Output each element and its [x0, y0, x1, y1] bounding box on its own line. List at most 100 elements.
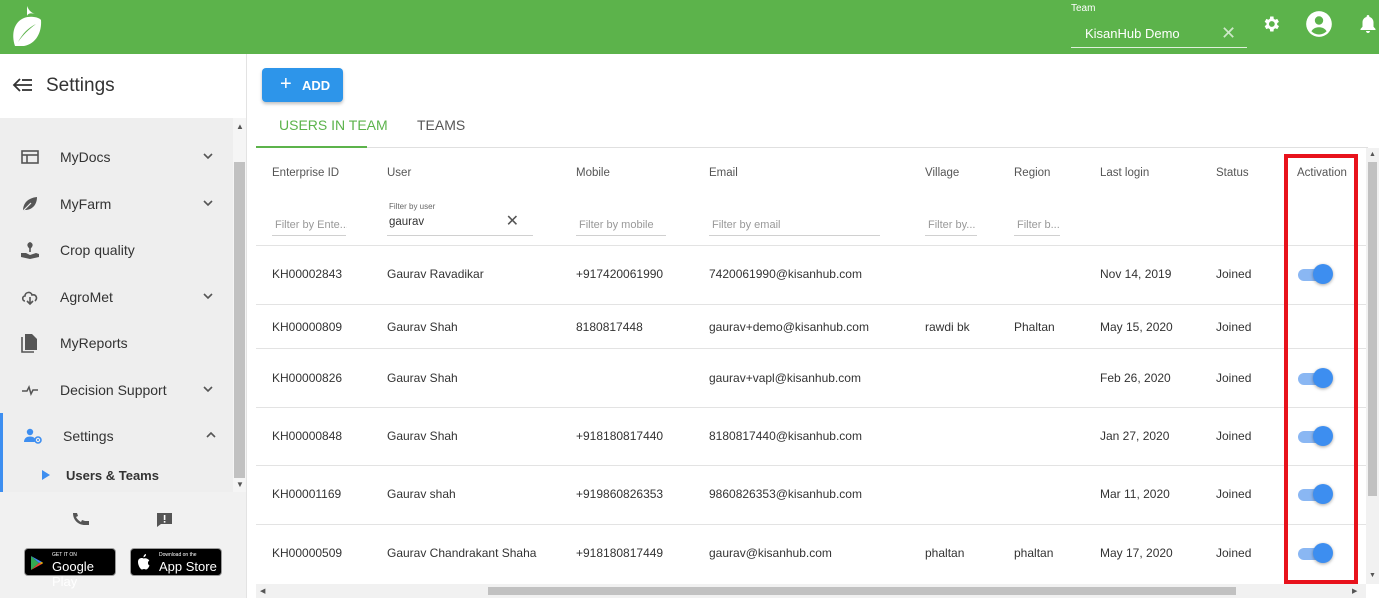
column-header-last-login[interactable]: Last login — [1100, 167, 1149, 179]
apple-icon — [138, 554, 150, 570]
vertical-scroll-thumb[interactable] — [1368, 162, 1377, 496]
sidebar-item-myreports[interactable]: MyReports — [0, 320, 233, 366]
team-value[interactable]: KisanHub Demo — [1085, 26, 1180, 41]
table-row[interactable]: KH00000826 Gaurav Shah gaurav+vapl@kisan… — [256, 348, 1368, 407]
scroll-left-icon[interactable]: ◀ — [260, 587, 265, 595]
filter-village[interactable]: Filter by... — [925, 210, 977, 236]
sidebar-item-label: MyDocs — [60, 149, 111, 165]
sidebar-item-settings[interactable]: Settings — [0, 413, 233, 459]
sidebar-item-label: MyFarm — [60, 196, 112, 212]
top-bar: Team KisanHub Demo ✕ — [0, 0, 1379, 54]
sidebar-scroll-thumb[interactable] — [234, 162, 245, 478]
cell-user: Gaurav Ravadikar — [387, 267, 484, 281]
cell-last-login: Jan 27, 2020 — [1100, 429, 1170, 443]
app-store-badge[interactable]: Download on the App Store — [130, 548, 222, 576]
column-header-village[interactable]: Village — [925, 167, 959, 179]
sidebar-item-myfarm[interactable]: MyFarm — [0, 181, 233, 227]
plus-icon: + — [280, 73, 292, 95]
feedback-icon[interactable] — [156, 512, 173, 528]
scroll-down-icon[interactable]: ▼ — [236, 480, 244, 489]
sidebar-item-agromet[interactable]: AgroMet — [0, 274, 233, 320]
toggle-knob — [1313, 368, 1333, 388]
table-row[interactable]: KH00000809 Gaurav Shah 8180817448 gaurav… — [256, 304, 1368, 348]
filter-mobile[interactable]: Filter by mobile — [576, 210, 666, 236]
cell-status: Joined — [1216, 320, 1252, 334]
google-play-badge[interactable]: GET IT ON Google Play — [24, 548, 116, 589]
tab-users-in-team[interactable]: USERS IN TEAM — [256, 108, 388, 148]
cell-status: Joined — [1216, 371, 1252, 385]
scroll-up-icon[interactable]: ▲ — [1369, 151, 1376, 158]
column-header-status[interactable]: Status — [1216, 167, 1249, 179]
clear-filter-icon[interactable]: ✕ — [506, 214, 519, 230]
table-row[interactable]: KH00000509 Gaurav Chandrakant Shaha +918… — [256, 524, 1368, 584]
filter-placeholder: Filter b... — [1017, 219, 1060, 231]
cell-email: 7420061990@kisanhub.com — [709, 267, 862, 281]
scroll-up-icon[interactable]: ▲ — [236, 122, 244, 131]
activation-toggle[interactable] — [1298, 543, 1333, 563]
grid-horizontal-scrollbar[interactable]: ◀ ▶ — [256, 584, 1366, 598]
tab-teams[interactable]: TEAMS — [367, 108, 467, 148]
gear-icon[interactable] — [1261, 14, 1281, 34]
cell-region: phaltan — [1014, 546, 1054, 560]
sidebar-item-decision-support[interactable]: Decision Support — [0, 367, 233, 413]
sidebar-scrollbar[interactable]: ▲ ▼ — [233, 118, 246, 492]
cell-user: Gaurav Shah — [387, 320, 458, 334]
account-icon[interactable] — [1305, 10, 1333, 38]
activation-toggle[interactable] — [1298, 368, 1333, 388]
users-settings-icon — [24, 428, 42, 444]
cell-last-login: Mar 11, 2020 — [1100, 487, 1170, 501]
chevron-down-icon — [203, 386, 213, 393]
column-header-enterprise-id[interactable]: Enterprise ID — [272, 167, 339, 179]
sidebar-subitem-users-teams[interactable]: Users & Teams — [0, 458, 233, 492]
filter-enterprise-id[interactable]: Filter by Ente... — [272, 210, 347, 236]
support-call-icon[interactable] — [72, 512, 90, 526]
activation-toggle[interactable] — [1298, 264, 1333, 284]
google-play-small: GET IT ON — [52, 552, 77, 558]
horizontal-scroll-thumb[interactable] — [488, 587, 1236, 595]
docs-icon — [21, 150, 39, 164]
column-header-region[interactable]: Region — [1014, 167, 1050, 179]
column-header-mobile[interactable]: Mobile — [576, 167, 610, 179]
filter-email[interactable]: Filter by email — [709, 210, 880, 236]
cell-enterprise-id: KH00001169 — [272, 487, 342, 501]
column-header-activation[interactable]: Activation — [1297, 167, 1347, 179]
collapse-menu-icon[interactable] — [12, 76, 34, 94]
leaf-logo-icon[interactable] — [10, 4, 44, 48]
cell-last-login: Feb 26, 2020 — [1100, 371, 1171, 385]
bell-icon[interactable] — [1359, 14, 1377, 34]
table-row[interactable]: KH00001169 Gaurav shah +919860826353 986… — [256, 465, 1368, 524]
column-header-email[interactable]: Email — [709, 167, 738, 179]
filter-region[interactable]: Filter b... — [1014, 210, 1060, 236]
activation-toggle[interactable] — [1298, 426, 1333, 446]
add-button[interactable]: + ADD — [262, 68, 343, 102]
tab-label: TEAMS — [417, 117, 466, 133]
sidebar-item-label: Crop quality — [60, 242, 135, 258]
plant-hand-icon — [21, 242, 39, 259]
grid-vertical-scrollbar[interactable]: ▲ ▼ — [1366, 148, 1379, 584]
sidebar-item-mydocs[interactable]: MyDocs — [0, 134, 233, 180]
column-header-user[interactable]: User — [387, 167, 411, 179]
cell-user: Gaurav Shah — [387, 371, 458, 385]
scroll-right-icon[interactable]: ▶ — [1352, 587, 1357, 595]
cell-email: 8180817440@kisanhub.com — [709, 429, 862, 443]
cell-mobile: 8180817448 — [576, 320, 643, 334]
table-row[interactable]: KH00000848 Gaurav Shah +918180817440 818… — [256, 407, 1368, 465]
chevron-down-icon — [203, 200, 213, 207]
table-row[interactable]: KH00002843 Gaurav Ravadikar +91742006199… — [256, 245, 1368, 304]
chevron-up-icon — [206, 431, 216, 438]
leaf-icon — [22, 197, 37, 212]
cell-user: Gaurav Chandrakant Shaha — [387, 546, 537, 560]
cell-status: Joined — [1216, 267, 1252, 281]
toggle-knob — [1313, 264, 1333, 284]
play-triangle-icon — [42, 470, 50, 480]
scroll-down-icon[interactable]: ▼ — [1369, 572, 1376, 579]
clear-team-icon[interactable]: ✕ — [1221, 23, 1236, 43]
team-selector[interactable]: Team KisanHub Demo ✕ — [1071, 3, 1247, 49]
activation-toggle[interactable] — [1298, 484, 1333, 504]
google-play-label: Google Play — [52, 559, 94, 589]
pulse-icon — [22, 384, 38, 397]
sidebar-item-crop-quality[interactable]: Crop quality — [0, 227, 233, 273]
sidebar-header: Settings — [0, 54, 246, 118]
filter-user-input[interactable]: Filter by user gaurav ✕ — [387, 202, 533, 236]
tab-bar: USERS IN TEAM TEAMS — [256, 108, 1368, 148]
